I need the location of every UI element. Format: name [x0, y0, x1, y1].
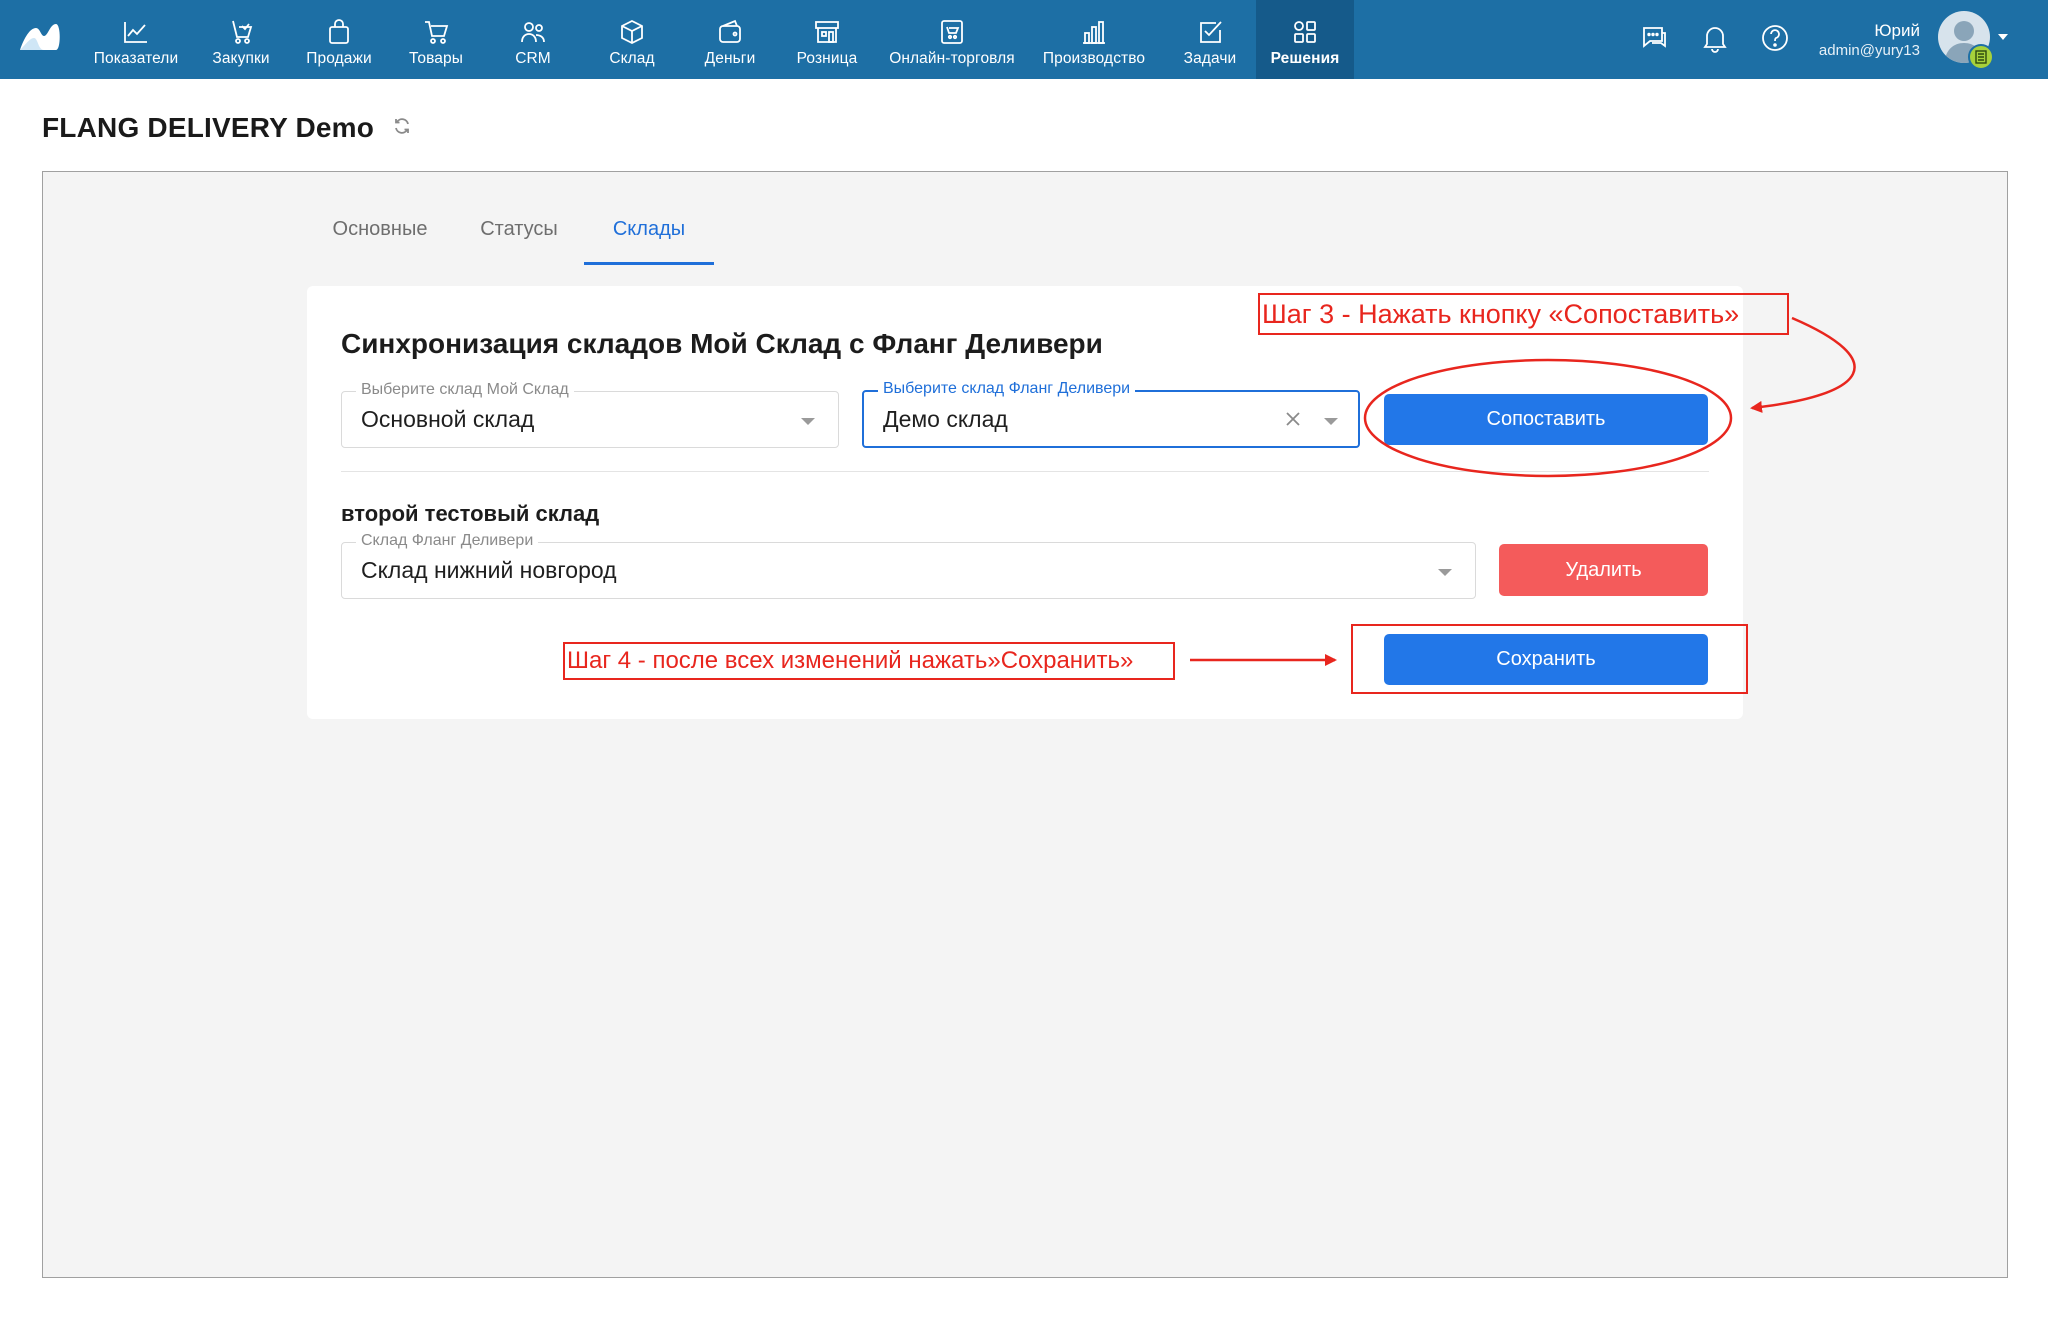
nav-label: Продажи — [306, 50, 372, 67]
mapping-warehouse-name: второй тестовый склад — [341, 501, 600, 526]
nav-label: Розница — [796, 50, 858, 67]
moysklad-warehouse-label: Выберите склад Мой Склад — [356, 381, 574, 399]
nav-label: Товары — [409, 50, 463, 67]
clear-icon[interactable] — [1282, 408, 1304, 430]
notes-badge-icon — [1968, 44, 1994, 70]
app-logo-icon[interactable] — [18, 18, 62, 58]
box-icon — [621, 19, 643, 45]
chart-line-icon — [124, 22, 147, 43]
section-title: Синхронизация складов Мой Склад с Фланг … — [341, 328, 1103, 359]
nav-item-sklad[interactable]: Склад — [592, 0, 672, 79]
flang-warehouse-label: Выберите склад Фланг Деливери — [878, 380, 1136, 398]
bell-icon[interactable] — [1699, 22, 1731, 54]
nav-item-online-torgovlya[interactable]: Онлайн-торговля — [884, 0, 1020, 79]
users-icon — [521, 22, 545, 43]
caret-down-icon — [801, 418, 815, 425]
refresh-icon[interactable] — [392, 116, 412, 136]
chat-icon[interactable] — [1638, 22, 1670, 54]
shopping-cart-icon — [425, 21, 449, 44]
save-button-highlight-box — [1351, 624, 1748, 694]
apps-icon — [1294, 21, 1316, 43]
tab-statusy[interactable]: Статусы — [464, 218, 574, 264]
nav-item-proizvodstvo[interactable]: Производство — [1036, 0, 1152, 79]
help-icon[interactable] — [1759, 22, 1791, 54]
nav-label: Производство — [1042, 50, 1146, 67]
tab-osnovnye[interactable]: Основные — [324, 218, 436, 264]
caret-down-icon — [1438, 569, 1452, 576]
flang-warehouse-select[interactable]: Выберите склад Фланг Деливери Демо склад — [862, 380, 1360, 448]
user-menu-chevron-down-icon[interactable] — [1998, 34, 2008, 40]
caret-down-icon — [1324, 418, 1338, 425]
top-navigation-bar: Показатели Закупки Продажи Товары CRM Ск… — [0, 0, 2048, 79]
match-button[interactable]: Сопоставить — [1384, 394, 1708, 445]
task-check-icon — [1200, 21, 1222, 43]
divider — [341, 471, 1709, 472]
nav-label: Решения — [1270, 50, 1340, 67]
nav-item-tovary[interactable]: Товары — [396, 0, 476, 79]
flang-warehouse-value: Демо склад — [883, 406, 1008, 432]
page-title: FLANG DELIVERY Demo — [42, 112, 375, 143]
store-icon — [815, 21, 839, 43]
step4-annotation-text: Шаг 4 - после всех изменений нажать»Сохр… — [567, 647, 1134, 674]
mapping-flang-warehouse-select[interactable]: Склад Фланг Деливери Склад нижний новгор… — [341, 532, 1476, 599]
nav-label: Онлайн-торговля — [889, 50, 1015, 67]
nav-item-dengi[interactable]: Деньги — [690, 0, 770, 79]
user-name[interactable]: Юрий — [1874, 21, 1920, 41]
online-store-icon — [941, 20, 963, 44]
nav-label: Деньги — [704, 50, 756, 67]
tab-sklady[interactable]: Склады — [590, 218, 708, 264]
nav-item-prodazhi[interactable]: Продажи — [296, 0, 382, 79]
nav-label: Склад — [609, 50, 655, 67]
shopping-bag-icon — [329, 19, 349, 44]
nav-item-pokazateli[interactable]: Показатели — [86, 0, 186, 79]
moysklad-warehouse-value: Основной склад — [361, 406, 535, 432]
nav-item-zadachi[interactable]: Задачи — [1168, 0, 1252, 79]
factory-icon — [1083, 21, 1105, 44]
cart-purchase-icon — [232, 20, 253, 44]
wallet-icon — [719, 19, 741, 43]
active-tab-indicator — [584, 262, 714, 265]
nav-label: Показатели — [93, 50, 179, 67]
mapping-flang-warehouse-value: Склад нижний новгород — [361, 557, 617, 583]
delete-mapping-button[interactable]: Удалить — [1499, 544, 1708, 596]
nav-item-roznitsa[interactable]: Розница — [786, 0, 868, 79]
step3-annotation-text: Шаг 3 - Нажать кнопку «Сопоставить» — [1262, 299, 1740, 329]
user-login[interactable]: admin@yury13 — [1819, 42, 1920, 59]
moysklad-warehouse-select[interactable]: Выберите склад Мой Склад Основной склад — [341, 381, 839, 448]
nav-label: Задачи — [1183, 50, 1237, 67]
nav-item-crm[interactable]: CRM — [494, 0, 572, 79]
mapping-flang-warehouse-label: Склад Фланг Деливери — [356, 532, 539, 550]
nav-item-zakupki[interactable]: Закупки — [200, 0, 282, 79]
nav-label: Закупки — [212, 50, 270, 67]
nav-item-resheniya[interactable]: Решения — [1256, 0, 1354, 79]
nav-label: CRM — [515, 50, 551, 67]
